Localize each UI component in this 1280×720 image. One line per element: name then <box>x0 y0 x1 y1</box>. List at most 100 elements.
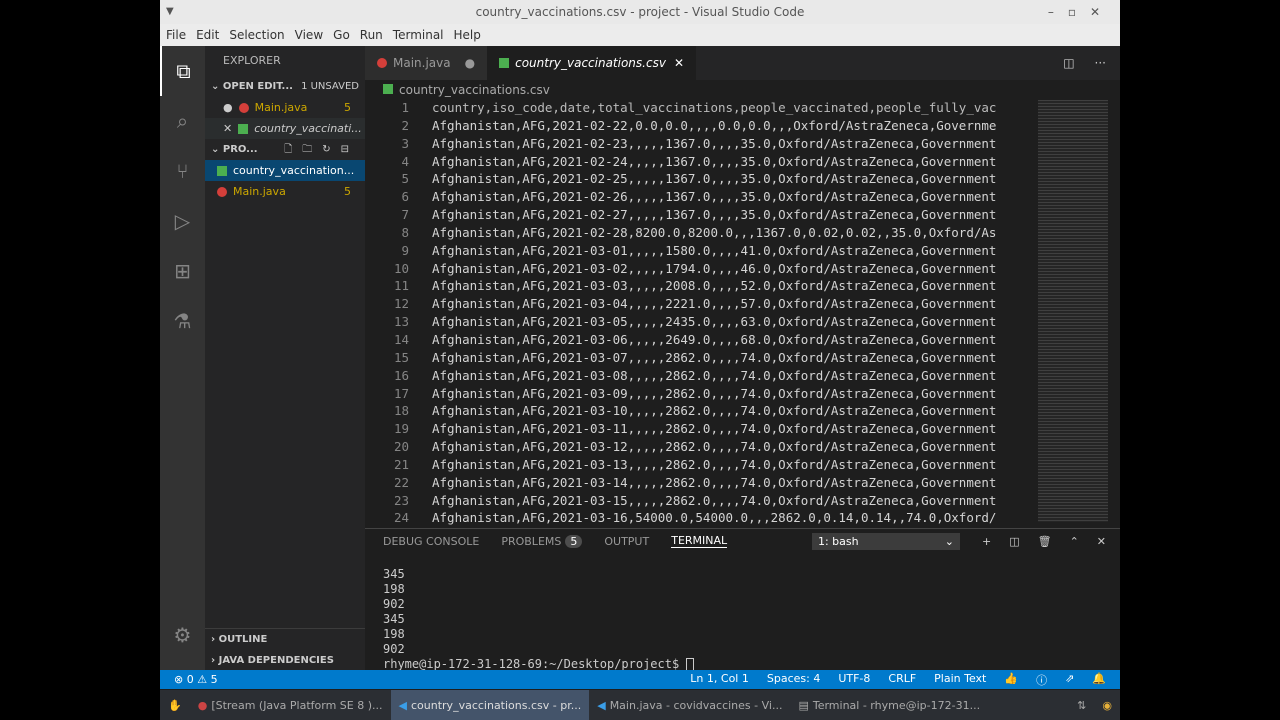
minimap[interactable] <box>1038 100 1108 522</box>
menu-go[interactable]: Go <box>333 28 350 42</box>
network-icon[interactable]: ⇅ <box>1069 690 1094 720</box>
code-line[interactable]: 19 Afghanistan,AFG,2021-03-11,,,,,2862.0,… <box>365 420 1100 438</box>
menu-selection[interactable]: Selection <box>229 28 284 42</box>
unsaved-dot-icon[interactable]: ● <box>465 56 475 70</box>
bottom-panel: DEBUG CONSOLE PROBLEMS 5 OUTPUT TERMINAL … <box>365 528 1120 672</box>
java-dependencies-section[interactable]: › JAVA DEPENDENCIES <box>205 650 365 671</box>
outline-section[interactable]: › OUTLINE <box>205 629 365 650</box>
trash-icon[interactable]: 🗑 <box>1038 535 1052 548</box>
breadcrumb[interactable]: country_vaccinations.csv <box>365 80 1120 100</box>
menu-file[interactable]: File <box>166 28 186 42</box>
line-number: 3 <box>401 135 409 151</box>
run-debug-icon[interactable]: ▷ <box>160 196 205 246</box>
tab-country-vaccinations[interactable]: country_vaccinations.csv ✕ <box>487 46 696 80</box>
close-icon[interactable]: ✕ <box>223 122 232 135</box>
code-line[interactable]: 8 Afghanistan,AFG,2021-02-28,8200.0,8200.… <box>365 224 1100 242</box>
code-line[interactable]: 11 Afghanistan,AFG,2021-03-03,,,,,2008.0,… <box>365 277 1100 295</box>
code-line[interactable]: 3 Afghanistan,AFG,2021-02-23,,,,,1367.0,,… <box>365 135 1100 153</box>
close-panel-icon[interactable]: ✕ <box>1097 535 1106 548</box>
menu-help[interactable]: Help <box>454 28 481 42</box>
open-editor-main-java[interactable]: ● Main.java 5 <box>205 97 365 118</box>
new-terminal-icon[interactable]: + <box>982 535 991 548</box>
indentation[interactable]: Spaces: 4 <box>767 672 820 688</box>
search-icon[interactable]: ⌕ <box>160 96 205 146</box>
explorer-actions-icons[interactable]: 🗋🗀↻⊟ <box>284 139 359 160</box>
tab-main-java[interactable]: Main.java ● <box>365 46 488 80</box>
terminal[interactable]: 345 198 902 345 198 902 rhyme@ip-172-31-… <box>365 553 1120 672</box>
testing-icon[interactable]: ⚗ <box>160 296 205 346</box>
code-line[interactable]: 7 Afghanistan,AFG,2021-02-27,,,,,1367.0,,… <box>365 206 1100 224</box>
code-line[interactable]: 23 Afghanistan,AFG,2021-03-15,,,,,2862.0,… <box>365 492 1100 510</box>
window-controls[interactable]: –▫✕ <box>1048 0 1114 24</box>
code-line[interactable]: 17 Afghanistan,AFG,2021-03-09,,,,,2862.0,… <box>365 385 1100 403</box>
taskbar-item-vscode-main[interactable]: ◀ Main.java - covidvaccines - Vi... <box>589 690 790 720</box>
open-editors-section[interactable]: ⌄ OPEN EDIT... 1 UNSAVED <box>205 76 365 97</box>
code-line[interactable]: 21 Afghanistan,AFG,2021-03-13,,,,,2862.0,… <box>365 456 1100 474</box>
more-actions-icon[interactable]: ··· <box>1095 56 1106 70</box>
live-share-icon[interactable]: ⇗ <box>1065 672 1074 688</box>
line-text: country,iso_code,date,total_vaccinations… <box>432 100 997 115</box>
file-country-vaccinations[interactable]: country_vaccination... <box>205 160 365 181</box>
menu-view[interactable]: View <box>295 28 323 42</box>
language-mode[interactable]: Plain Text <box>934 672 986 688</box>
source-control-icon[interactable]: ⑂ <box>160 146 205 196</box>
code-line[interactable]: 15 Afghanistan,AFG,2021-03-07,,,,,2862.0,… <box>365 349 1100 367</box>
extensions-icon[interactable]: ⊞ <box>160 246 205 296</box>
end-of-line[interactable]: CRLF <box>888 672 916 688</box>
terminal-select[interactable]: 1: bash ⌄ <box>811 532 960 550</box>
code-line[interactable]: 10 Afghanistan,AFG,2021-03-02,,,,,1794.0,… <box>365 260 1100 278</box>
taskbar-item-browser[interactable]: ● [Stream (Java Platform SE 8 )... <box>190 690 391 720</box>
tab-output[interactable]: OUTPUT <box>604 535 649 548</box>
line-text: Afghanistan,AFG,2021-02-25,,,,,1367.0,,,… <box>432 171 997 187</box>
code-line[interactable]: 18 Afghanistan,AFG,2021-03-10,,,,,2862.0,… <box>365 402 1100 420</box>
tab-debug-console[interactable]: DEBUG CONSOLE <box>383 535 479 548</box>
open-editor-csv[interactable]: ✕ country_vaccinati... <box>205 118 365 139</box>
window-menu-icon[interactable]: ▼ <box>166 0 174 24</box>
code-line[interactable]: 1 country,iso_code,date,total_vaccination… <box>365 99 1100 117</box>
notifications-bell-icon[interactable]: 🔔 <box>1092 672 1106 688</box>
code-line[interactable]: 20 Afghanistan,AFG,2021-03-12,,,,,2862.0,… <box>365 438 1100 456</box>
code-line[interactable]: 9 Afghanistan,AFG,2021-03-01,,,,,1580.0,,… <box>365 242 1100 260</box>
explorer-icon[interactable]: ⧉ <box>160 46 205 96</box>
problems-status[interactable]: ⊗ 0 ⚠ 5 <box>174 673 218 686</box>
menu-run[interactable]: Run <box>360 28 383 42</box>
code-editor[interactable]: 1 country,iso_code,date,total_vaccination… <box>365 99 1100 527</box>
project-section[interactable]: ⌄ PRO... 🗋🗀↻⊟ <box>205 139 365 160</box>
encoding[interactable]: UTF-8 <box>838 672 870 688</box>
line-text: Afghanistan,AFG,2021-02-28,8200.0,8200.0… <box>432 224 997 240</box>
code-line[interactable]: 13 Afghanistan,AFG,2021-03-05,,,,,2435.0,… <box>365 313 1100 331</box>
java-icon <box>238 102 249 113</box>
code-line[interactable]: 22 Afghanistan,AFG,2021-03-14,,,,,2862.0,… <box>365 474 1100 492</box>
file-main-java[interactable]: Main.java 5 <box>205 181 365 202</box>
split-editor-icon[interactable]: ◫ <box>1063 56 1074 70</box>
code-line[interactable]: 16 Afghanistan,AFG,2021-03-08,,,,,2862.0,… <box>365 367 1100 385</box>
maximize-panel-icon[interactable]: ⌃ <box>1070 535 1079 548</box>
activity-bar: ⧉ ⌕ ⑂ ▷ ⊞ ⚗ ⚙ <box>160 46 205 670</box>
code-line[interactable]: 6 Afghanistan,AFG,2021-02-26,,,,,1367.0,,… <box>365 188 1100 206</box>
unsaved-dot-icon[interactable]: ● <box>223 101 233 114</box>
tab-terminal[interactable]: TERMINAL <box>671 534 728 548</box>
code-line[interactable]: 24 Afghanistan,AFG,2021-03-16,54000.0,540… <box>365 509 1100 527</box>
menu-terminal[interactable]: Terminal <box>393 28 444 42</box>
close-icon[interactable]: ✕ <box>674 56 684 70</box>
chrome-tray-icon[interactable]: ◉ <box>1094 690 1120 720</box>
code-line[interactable]: 12 Afghanistan,AFG,2021-03-04,,,,,2221.0,… <box>365 295 1100 313</box>
line-text: Afghanistan,AFG,2021-03-05,,,,,2435.0,,,… <box>432 314 997 330</box>
line-number: 7 <box>401 207 409 223</box>
code-line[interactable]: 14 Afghanistan,AFG,2021-03-06,,,,,2649.0,… <box>365 331 1100 349</box>
line-text: Afghanistan,AFG,2021-02-24,,,,,1367.0,,,… <box>432 153 997 169</box>
start-menu-icon[interactable]: ✋ <box>160 690 190 720</box>
feedback-icon[interactable]: 👍 <box>1004 672 1018 688</box>
code-line[interactable]: 4 Afghanistan,AFG,2021-02-24,,,,,1367.0,,… <box>365 153 1100 171</box>
taskbar-item-terminal[interactable]: ▤ Terminal - rhyme@ip-172-31... <box>790 690 988 720</box>
taskbar-item-vscode-csv[interactable]: ◀ country_vaccinations.csv - pr... <box>390 690 590 720</box>
code-line[interactable]: 5 Afghanistan,AFG,2021-02-25,,,,,1367.0,,… <box>365 170 1100 188</box>
manage-gear-icon[interactable]: ⚙ <box>160 610 205 660</box>
java-icon <box>217 186 227 197</box>
cursor-position[interactable]: Ln 1, Col 1 <box>690 672 749 688</box>
split-terminal-icon[interactable]: ◫ <box>1009 535 1019 548</box>
code-line[interactable]: 2 Afghanistan,AFG,2021-02-22,0.0,0.0,,,,0… <box>365 117 1100 135</box>
menu-edit[interactable]: Edit <box>196 28 219 42</box>
tab-problems[interactable]: PROBLEMS 5 <box>501 534 583 548</box>
info-icon[interactable]: ⓘ <box>1036 672 1047 688</box>
